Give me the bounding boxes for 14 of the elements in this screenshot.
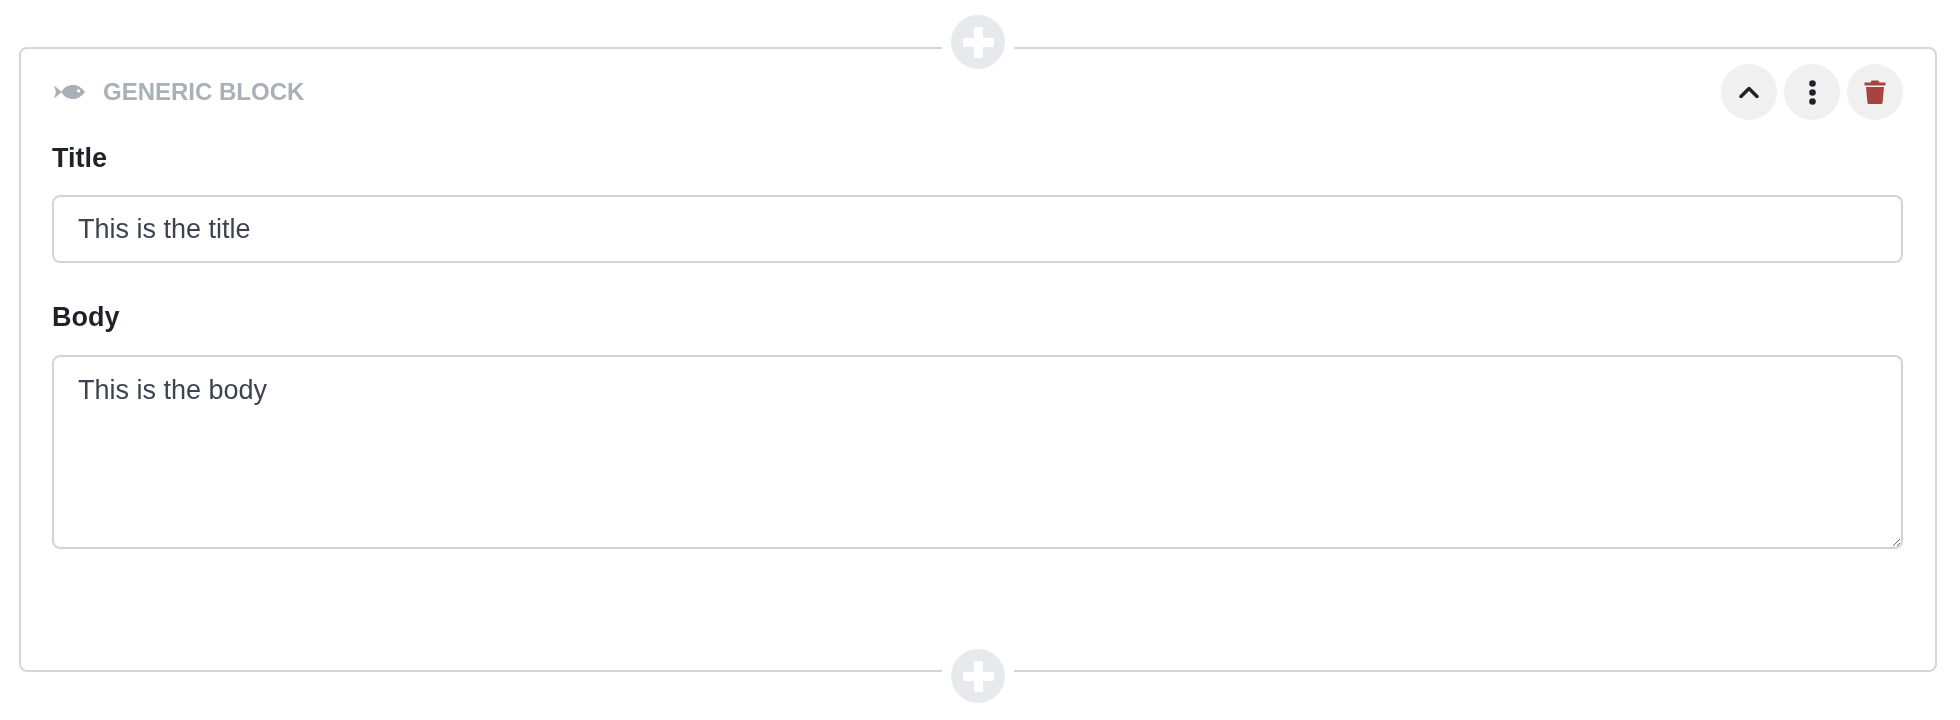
field-label: Body [52,301,120,333]
kebab-menu-icon [1808,79,1816,105]
chevron-up-icon [1739,86,1759,98]
plus-icon [962,660,994,692]
plus-icon [962,26,994,58]
field-label: Title [52,142,107,174]
trash-icon [1864,80,1886,104]
title-input[interactable]: This is the title [52,195,1903,263]
fish-icon [54,84,85,100]
collapse-button[interactable] [1721,64,1777,120]
block-type-label: GENERIC BLOCK [103,78,305,106]
more-options-button[interactable] [1784,64,1840,120]
delete-button[interactable] [1847,64,1903,120]
body-textarea[interactable]: This is the body [52,355,1903,549]
